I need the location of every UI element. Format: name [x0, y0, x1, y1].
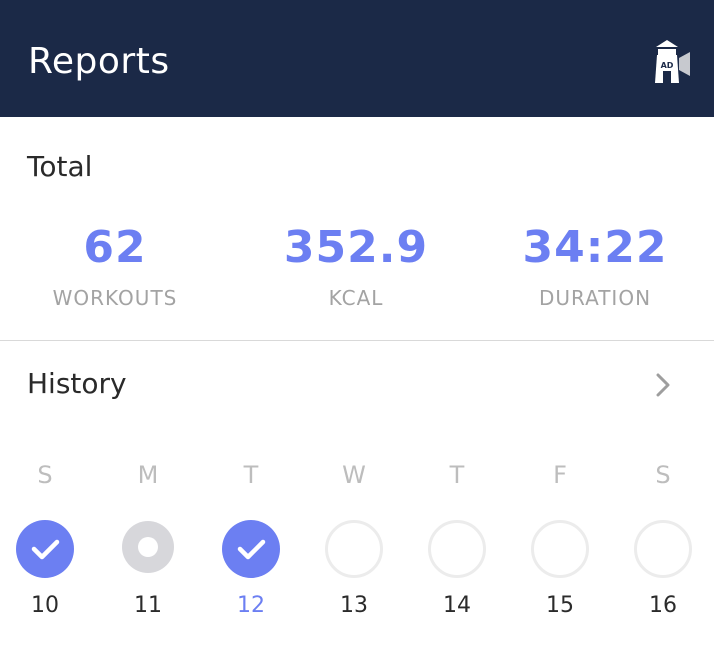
stat-value: 34:22 [522, 222, 668, 273]
dot-icon [138, 537, 158, 557]
chevron-right-icon[interactable] [652, 370, 676, 400]
stat-duration: 34:22 DURATION [495, 221, 695, 311]
weekday-letter: T [243, 461, 259, 489]
svg-text:AD: AD [661, 61, 674, 70]
stat-label: KCAL [328, 286, 384, 310]
stat-kcal: 352.9 KCAL [256, 221, 456, 311]
total-section-title: Total [27, 150, 93, 183]
day-number: 14 [443, 593, 471, 618]
stat-label: WORKOUTS [52, 286, 178, 310]
section-divider [0, 340, 714, 341]
history-section-title[interactable]: History [27, 367, 127, 400]
day-status-empty[interactable] [325, 520, 383, 578]
day-number: 13 [340, 593, 368, 618]
page-title: Reports [28, 41, 170, 82]
day-number: 10 [31, 593, 59, 618]
day-status-empty[interactable] [531, 520, 589, 578]
day-status-empty[interactable] [428, 520, 486, 578]
weekday-letter: F [553, 461, 567, 489]
day-status-done[interactable] [16, 520, 74, 578]
weekday-letter: T [449, 461, 465, 489]
stat-workouts: 62 WORKOUTS [15, 221, 215, 311]
stat-label: DURATION [538, 286, 652, 310]
checkmark-icon [31, 539, 60, 560]
stat-value: 352.9 [283, 222, 429, 273]
day-status-done[interactable] [222, 520, 280, 578]
weekday-letter: S [655, 461, 671, 489]
day-status-empty[interactable] [634, 520, 692, 578]
weekday-letter: M [137, 461, 159, 489]
day-number: 15 [546, 593, 574, 618]
checkmark-icon [237, 539, 266, 560]
day-number: 16 [649, 593, 677, 618]
weekday-letter: W [342, 461, 366, 489]
day-number: 11 [134, 593, 162, 618]
day-status-partial[interactable] [122, 521, 174, 573]
ad-lighthouse-icon[interactable]: AD [650, 38, 692, 86]
app-header: Reports AD [0, 0, 714, 117]
day-number-today: 12 [237, 593, 265, 618]
stat-value: 62 [83, 222, 147, 273]
weekday-letter: S [37, 461, 53, 489]
